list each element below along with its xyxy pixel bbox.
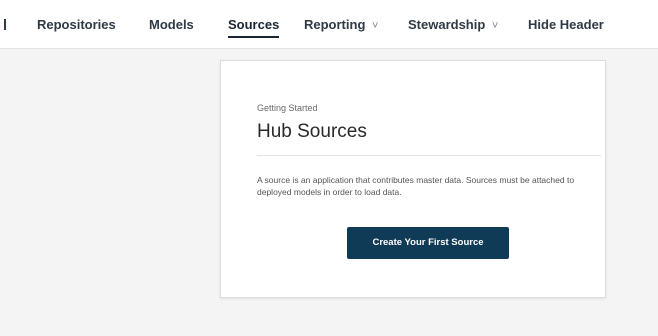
- nav-item-label: Stewardship: [408, 17, 486, 32]
- nav-item-sources[interactable]: Sources: [228, 17, 280, 38]
- nav-item-stewardship[interactable]: Stewardship ˅: [408, 17, 498, 32]
- nav-item-repositories[interactable]: Repositories: [37, 17, 116, 32]
- nav-item-label: Reporting: [304, 17, 366, 32]
- nav-item-label: Sources: [228, 17, 280, 32]
- nav-item-reporting[interactable]: Reporting ˅: [304, 17, 378, 32]
- active-tab-indicator: [228, 36, 280, 38]
- nav-item-label: Models: [149, 17, 194, 32]
- chevron-down-icon: ˅: [372, 20, 379, 32]
- card-eyebrow: Getting Started: [257, 103, 318, 113]
- nav-item-label: Repositories: [37, 17, 116, 32]
- divider: [257, 155, 601, 156]
- getting-started-card: Getting Started Hub Sources A source is …: [220, 60, 606, 298]
- chevron-down-icon: ˅: [491, 20, 499, 32]
- truncated-nav-item[interactable]: [0, 18, 8, 32]
- nav-item-models[interactable]: Models: [149, 17, 194, 32]
- top-navigation-bar: Repositories Models Sources Reporting ˅ …: [0, 0, 658, 49]
- nav-item-hide-header[interactable]: Hide Header: [528, 17, 604, 32]
- card-description: A source is an application that contribu…: [257, 175, 575, 197]
- create-first-source-button[interactable]: Create Your First Source: [347, 227, 509, 259]
- page-title: Hub Sources: [257, 121, 367, 142]
- nav-item-label: Hide Header: [528, 17, 604, 32]
